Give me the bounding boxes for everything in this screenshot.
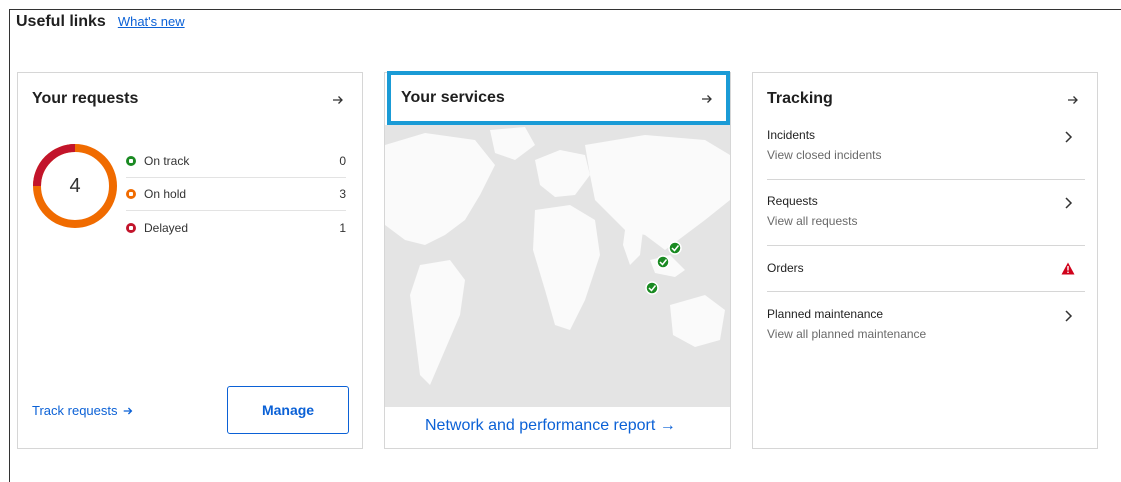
tracking-card-title: Tracking xyxy=(767,90,833,107)
legend-row-on-hold[interactable]: On hold 3 xyxy=(126,178,346,211)
track-requests-link[interactable]: Track requests xyxy=(32,403,134,418)
tracking-item-title: Planned maintenance xyxy=(767,307,884,321)
tracking-item-subtitle[interactable]: View all planned maintenance xyxy=(767,327,1085,341)
services-card-title: Your services xyxy=(401,89,505,106)
services-card-header[interactable]: Your services xyxy=(387,71,730,125)
legend-label: Delayed xyxy=(144,220,189,235)
requests-total-count: 4 xyxy=(69,174,81,197)
service-marker-2 xyxy=(656,255,670,269)
requests-legend: On track 0 On hold 3 Delayed 1 xyxy=(126,145,346,244)
services-world-map[interactable] xyxy=(385,125,730,407)
frame-left-border xyxy=(9,9,10,482)
chevron-right-icon xyxy=(1065,131,1073,143)
tracking-item-subtitle[interactable]: View all requests xyxy=(767,214,1085,228)
legend-label: On track xyxy=(144,154,190,168)
tracking-card: Tracking Incidents View closed incidents… xyxy=(752,72,1098,449)
legend-row-on-track[interactable]: On track 0 xyxy=(126,145,346,178)
requests-card-title: Your requests xyxy=(32,90,139,107)
legend-row-delayed[interactable]: Delayed 1 xyxy=(126,211,346,244)
service-marker-3 xyxy=(645,281,659,295)
network-performance-report-link[interactable]: Network and performance report → xyxy=(425,417,676,435)
requests-arrow-icon[interactable] xyxy=(331,93,345,107)
tracking-item-incidents[interactable]: Incidents View closed incidents xyxy=(767,128,1085,180)
manage-button[interactable]: Manage xyxy=(227,386,349,434)
tracking-item-title: Requests xyxy=(767,194,818,208)
services-card: Your services Network and performance re… xyxy=(384,71,731,449)
frame-top-border xyxy=(9,9,1121,10)
world-map-graphic xyxy=(385,125,730,407)
arrow-right-icon xyxy=(123,407,132,414)
legend-count: 3 xyxy=(339,187,346,201)
chevron-right-icon xyxy=(1065,197,1073,209)
tracking-item-requests[interactable]: Requests View all requests xyxy=(767,194,1085,246)
tracking-arrow-icon[interactable] xyxy=(1066,93,1080,107)
service-marker-1 xyxy=(668,241,682,255)
tracking-item-title: Orders xyxy=(767,261,804,275)
useful-links-title: Useful links xyxy=(16,13,106,30)
delayed-status-icon xyxy=(126,222,136,233)
chevron-right-icon xyxy=(1065,310,1073,322)
on-track-status-icon xyxy=(126,156,136,166)
requests-card: Your requests 4 On track 0 On hold 3 Del… xyxy=(17,72,363,449)
whats-new-link[interactable]: What's new xyxy=(118,14,185,29)
track-requests-label: Track requests xyxy=(32,403,118,418)
legend-label: On hold xyxy=(144,187,187,201)
services-arrow-icon[interactable] xyxy=(700,92,714,106)
tracking-item-orders[interactable]: Orders xyxy=(767,261,1085,292)
legend-count: 0 xyxy=(339,154,346,168)
legend-count: 1 xyxy=(339,220,346,235)
tracking-item-title: Incidents xyxy=(767,128,816,142)
warning-icon xyxy=(1061,262,1075,275)
on-hold-status-icon xyxy=(126,189,136,199)
useful-links-header: Useful links What's new xyxy=(16,13,185,31)
tracking-item-planned-maintenance[interactable]: Planned maintenance View all planned mai… xyxy=(767,307,1085,359)
tracking-item-subtitle[interactable]: View closed incidents xyxy=(767,148,1085,162)
